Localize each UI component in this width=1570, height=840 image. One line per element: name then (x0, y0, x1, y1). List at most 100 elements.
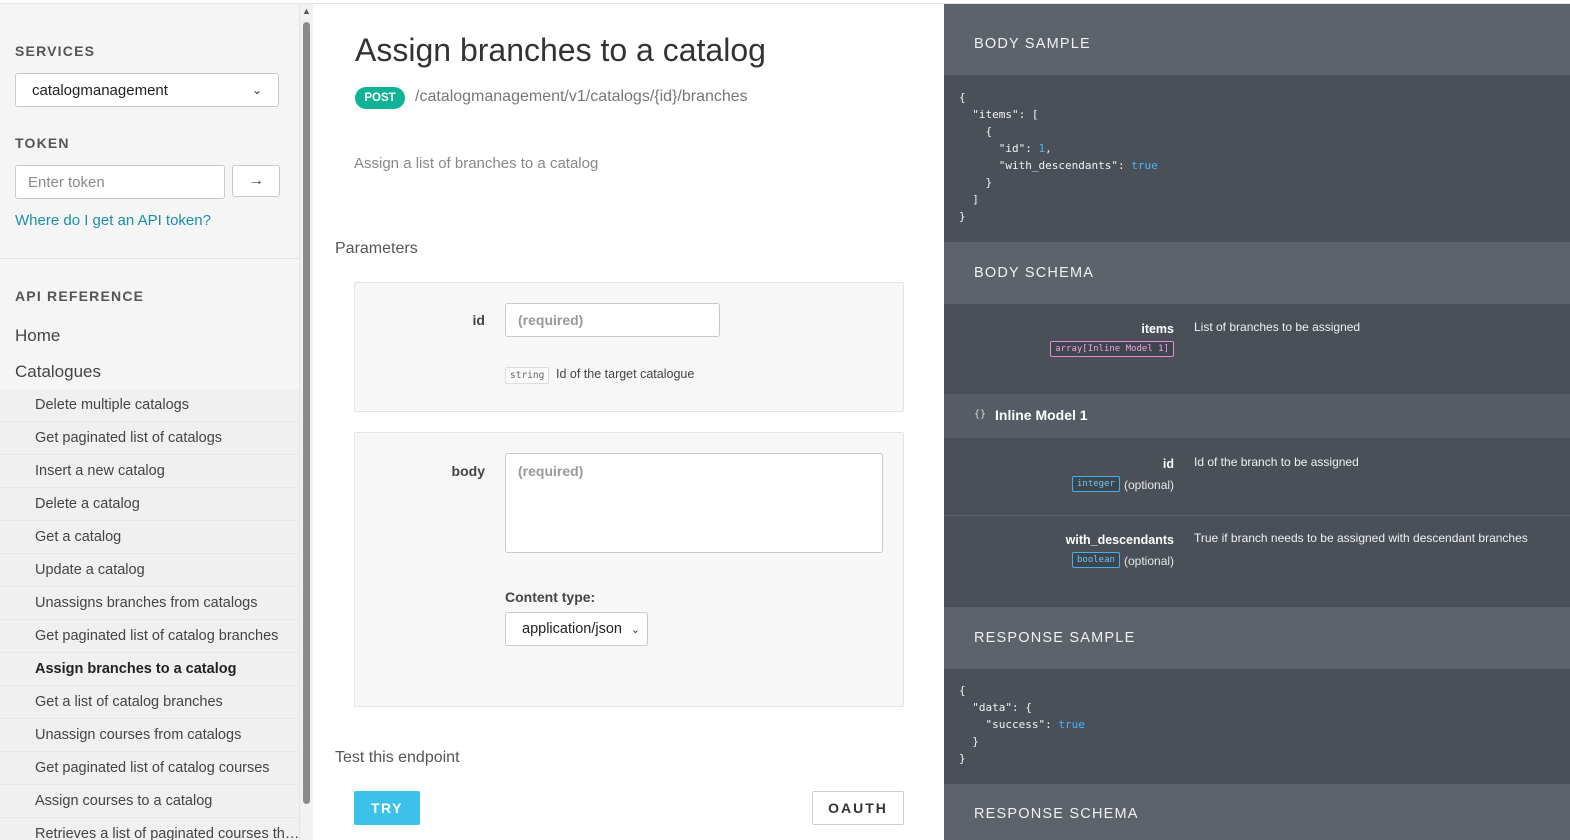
inline-model-title: Inline Model 1 (995, 407, 1088, 423)
code-boolean: true (1131, 159, 1158, 172)
schema-id-row: id integer (optional) Id of the branch t… (944, 438, 1570, 515)
content-type-label: Content type: (505, 589, 596, 605)
param-id-box: id string Id of the target catalogue (354, 282, 904, 412)
schema-field-type: integer (1072, 476, 1120, 492)
sidebar-divider (0, 258, 299, 259)
oauth-button[interactable]: OAUTH (812, 791, 904, 825)
right-panel: BODY SAMPLE { "items": [ { "id": 1, "wit… (944, 4, 1570, 840)
chevron-down-icon: ⌄ (630, 623, 640, 636)
sidebar-item[interactable]: Get paginated list of catalog courses (0, 752, 299, 785)
try-button[interactable]: TRY (354, 791, 420, 825)
code-line: { (959, 684, 966, 697)
scroll-up-icon[interactable]: ▲ (302, 6, 311, 16)
sidebar-item[interactable]: Get paginated list of catalogs (0, 422, 299, 455)
code-punct: , (1045, 142, 1052, 155)
sidebar-item[interactable]: Get a list of catalog branches (0, 686, 299, 719)
sidebar-item[interactable]: Unassigns branches from catalogs (0, 587, 299, 620)
param-id-type-badge: string (505, 367, 550, 384)
braces-icon: {} (974, 409, 987, 420)
token-title: TOKEN (15, 135, 70, 151)
sidebar-item[interactable]: Update a catalog (0, 554, 299, 587)
main-content: Assign branches to a catalog POST /catal… (313, 4, 944, 840)
token-help-link[interactable]: Where do I get an API token? (15, 212, 211, 229)
code-key: "id" (998, 142, 1026, 155)
sidebar-scrollbar[interactable]: ▲ (300, 4, 313, 840)
code-key: "items" (972, 108, 1019, 121)
service-select-value: catalogmanagement (32, 81, 168, 99)
sidebar-item[interactable]: Unassign courses from catalogs (0, 719, 299, 752)
body-schema-title: BODY SCHEMA (974, 265, 1095, 281)
sidebar-item[interactable]: Assign courses to a catalog (0, 785, 299, 818)
body-sample-title: BODY SAMPLE (974, 36, 1091, 52)
schema-field-description: List of branches to be assigned (1194, 320, 1361, 334)
sidebar-item[interactable]: Insert a new catalog (0, 455, 299, 488)
param-body-box: body Content type: application/json ⌄ (354, 432, 904, 707)
api-reference-title: API REFERENCE (15, 288, 145, 304)
schema-field-type: array[Inline Model 1] (1050, 341, 1174, 357)
sidebar: SERVICES catalogmanagement ⌄ TOKEN → Whe… (0, 4, 300, 840)
code-boolean: true (1058, 718, 1085, 731)
sidebar-item[interactable]: Delete multiple catalogs (0, 389, 299, 422)
token-input[interactable] (15, 165, 225, 199)
sidebar-item[interactable]: Get a catalog (0, 521, 299, 554)
services-title: SERVICES (15, 43, 96, 59)
sidebar-item[interactable]: Retrieves a list of paginated courses th… (0, 818, 299, 840)
arrow-right-icon: → (248, 172, 264, 189)
code-line: } (985, 176, 993, 189)
code-punct: : (1045, 718, 1059, 731)
nav-home[interactable]: Home (15, 326, 60, 346)
schema-field-optional: (optional) (1124, 554, 1175, 568)
token-submit-button[interactable]: → (232, 165, 280, 197)
schema-field-description: Id of the branch to be assigned (1194, 455, 1359, 469)
code-punct: : (1117, 159, 1132, 172)
page-title: Assign branches to a catalog (355, 32, 766, 68)
code-punct: : [ (1018, 108, 1039, 121)
response-sample-header: RESPONSE SAMPLE (944, 607, 1570, 669)
scrollbar-thumb[interactable] (303, 22, 310, 804)
code-line: } (959, 752, 966, 765)
param-body-textarea[interactable] (505, 453, 883, 553)
response-sample-code: { "data": { "success": true } } (959, 682, 1085, 767)
schema-field-name: id (1162, 457, 1174, 471)
code-line: { (959, 91, 966, 104)
http-method-badge: POST (355, 87, 405, 109)
code-line: { (985, 125, 993, 138)
code-key: "success" (985, 718, 1046, 731)
schema-field-optional: (optional) (1124, 478, 1175, 492)
param-id-description: Id of the target catalogue (556, 367, 695, 381)
content-type-select[interactable]: application/json ⌄ (505, 612, 648, 646)
code-line: } (972, 735, 979, 748)
nav-catalogues[interactable]: Catalogues (15, 362, 101, 382)
chevron-down-icon: ⌄ (251, 83, 262, 97)
response-schema-header: RESPONSE SCHEMA (944, 784, 1570, 840)
schema-field-type: boolean (1072, 552, 1120, 568)
sidebar-item-active[interactable]: Assign branches to a catalog (0, 653, 299, 686)
schema-field-name: with_descendants (1065, 533, 1174, 547)
response-sample-title: RESPONSE SAMPLE (974, 630, 1136, 646)
schema-field-name: items (1141, 322, 1174, 336)
endpoint-path: /catalogmanagement/v1/catalogs/{id}/bran… (415, 88, 748, 105)
body-sample-code: { "items": [ { "id": 1, "with_descendant… (959, 89, 1158, 225)
body-schema-header: BODY SCHEMA (944, 242, 1570, 304)
code-line: } (959, 210, 966, 223)
param-id-input[interactable] (505, 303, 720, 337)
service-select[interactable]: catalogmanagement ⌄ (15, 73, 279, 107)
test-endpoint-heading: Test this endpoint (335, 749, 460, 766)
sidebar-item[interactable]: Get paginated list of catalog branches (0, 620, 299, 653)
endpoint-description: Assign a list of branches to a catalog (354, 155, 599, 172)
param-id-label: id (472, 312, 485, 328)
sidebar-item[interactable]: Delete a catalog (0, 488, 299, 521)
schema-with-descendants-row: with_descendants boolean (optional) True… (944, 516, 1570, 606)
param-body-label: body (451, 463, 485, 479)
code-punct: : (1025, 142, 1039, 155)
catalogues-list: Delete multiple catalogs Get paginated l… (0, 389, 299, 840)
schema-field-description: True if branch needs to be assigned with… (1194, 531, 1528, 545)
parameters-heading: Parameters (335, 240, 418, 257)
body-sample-header: BODY SAMPLE (944, 4, 1570, 75)
content-type-value: application/json (522, 621, 622, 637)
inline-model-header: {} Inline Model 1 (944, 394, 1570, 438)
code-line: ] (972, 193, 979, 206)
schema-items-row: items array[Inline Model 1] List of bran… (944, 304, 1570, 394)
code-punct: : { (1012, 701, 1032, 714)
response-schema-title: RESPONSE SCHEMA (974, 806, 1139, 822)
